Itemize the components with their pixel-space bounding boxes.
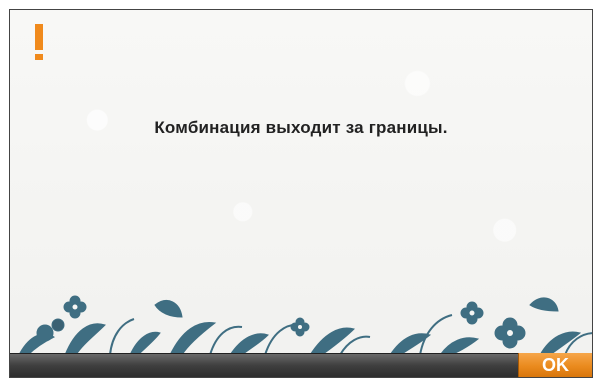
alert-dialog: Комбинация выходит за границы. OK: [9, 9, 593, 378]
alert-message: Комбинация выходит за границы.: [154, 118, 448, 137]
bottom-bar: [10, 353, 592, 377]
ok-button[interactable]: OK: [518, 353, 592, 377]
exclamation-icon: [34, 24, 44, 60]
floral-decoration: [19, 295, 592, 355]
